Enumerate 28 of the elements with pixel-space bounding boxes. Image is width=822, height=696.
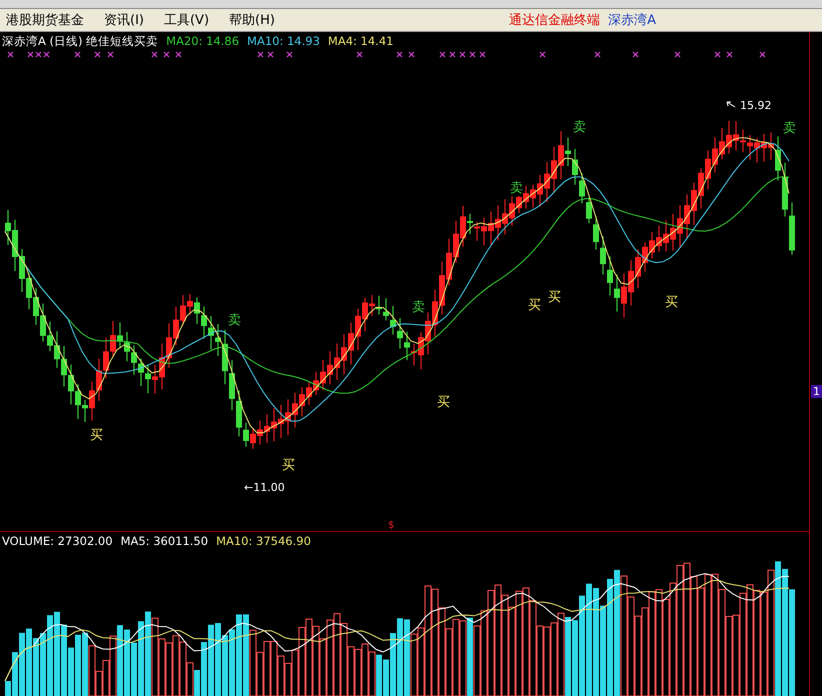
signal-label: 卖 — [510, 182, 523, 196]
signal-label: 买 — [528, 299, 541, 314]
pane-marker: $ — [388, 520, 394, 531]
axis-badge: 1 — [811, 385, 822, 398]
indicator-value: MA4: 14.41 — [328, 34, 394, 48]
menu-item[interactable]: 港股期货基金 — [6, 11, 84, 29]
signal-label: 卖 — [228, 314, 241, 328]
menu-item[interactable]: 帮助(H) — [229, 11, 275, 29]
signal-label: 买 — [282, 459, 295, 474]
price-label: ←11.00 — [244, 481, 285, 494]
stock-name: 深赤湾A — [608, 12, 656, 29]
price-label: 15.92 — [740, 99, 772, 112]
signal-label: 卖 — [783, 122, 796, 136]
signal-label: 买 — [437, 396, 450, 410]
indicator-value: MA5: 36011.50 — [120, 534, 208, 548]
indicator-value: VOLUME: 27302.00 — [2, 534, 113, 548]
signal-label: 买 — [548, 291, 561, 306]
indicator-value: MA20: 14.86 — [166, 34, 240, 48]
signal-label: 买 — [665, 296, 678, 310]
signal-label: 买 — [90, 429, 103, 444]
brand-title: 通达信金融终端 — [509, 12, 600, 29]
chart-title: 深赤湾A (日线) 绝佳短线买卖 — [2, 34, 158, 48]
signal-label: 卖 — [412, 301, 425, 316]
menu-item[interactable]: 资讯(I) — [104, 11, 144, 29]
menu-item[interactable]: 工具(V) — [164, 11, 210, 29]
indicator-value: MA10: 14.93 — [247, 34, 320, 48]
signal-label: 卖 — [573, 121, 586, 136]
indicator-value: MA10: 37546.90 — [216, 534, 311, 548]
